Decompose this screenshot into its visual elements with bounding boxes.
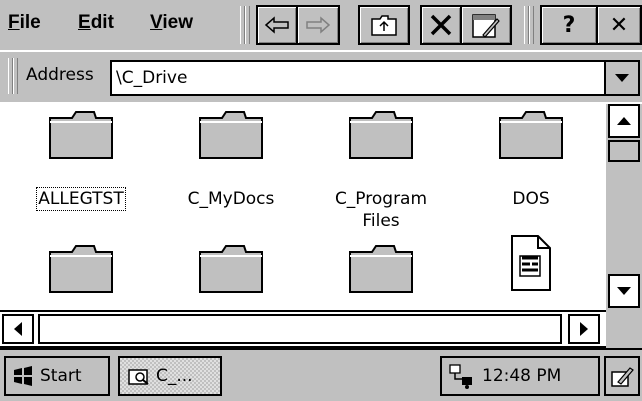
folder-icon	[499, 111, 563, 159]
address-grip[interactable]	[8, 58, 18, 94]
scroll-down-button[interactable]	[608, 274, 640, 308]
address-input[interactable]: \C_Drive	[110, 60, 640, 96]
document-icon	[511, 235, 551, 291]
back-icon	[264, 16, 289, 34]
delete-icon	[430, 14, 452, 36]
start-label: Start	[40, 366, 82, 386]
file-item-label: C_Program Files	[334, 189, 428, 231]
input-panel-button[interactable]	[604, 356, 640, 396]
scroll-up-button[interactable]	[608, 104, 640, 138]
horizontal-scrollbar[interactable]	[0, 310, 606, 348]
network-connection-icon[interactable]	[448, 363, 474, 389]
taskbar-window-label: C_...	[156, 366, 193, 386]
properties-icon	[472, 14, 500, 38]
toolbar-grip-2[interactable]	[524, 6, 534, 44]
folder-icon	[349, 245, 413, 293]
forward-button[interactable]	[298, 5, 340, 45]
folder-icon	[199, 245, 263, 293]
folder-icon	[49, 111, 113, 159]
explorer-icon	[128, 369, 149, 385]
command-bar: File Edit View ? ✕	[0, 0, 642, 50]
help-button[interactable]: ?	[540, 5, 598, 45]
address-dropdown-button[interactable]	[604, 62, 638, 94]
file-item-label: ALLEGTST	[36, 187, 126, 211]
back-button[interactable]	[256, 5, 298, 45]
menu-file[interactable]: File	[8, 12, 41, 34]
folder-icon	[349, 111, 413, 159]
up-folder-icon	[371, 15, 397, 36]
help-icon: ?	[562, 12, 576, 38]
vertical-scroll-thumb[interactable]	[608, 140, 640, 162]
chevron-right-icon	[580, 322, 588, 336]
menu-edit[interactable]: Edit	[78, 12, 114, 34]
address-value: \C_Drive	[116, 68, 188, 88]
system-tray: 12:48 PM	[440, 356, 600, 396]
taskbar-window-button[interactable]: C_...	[118, 356, 222, 396]
menu-view[interactable]: View	[150, 12, 193, 34]
clock[interactable]: 12:48 PM	[482, 366, 561, 386]
chevron-left-icon	[14, 322, 22, 336]
delete-button[interactable]	[420, 5, 462, 45]
file-item-label: DOS	[512, 189, 550, 209]
toolbar-grip[interactable]	[240, 6, 250, 44]
chevron-down-icon	[617, 287, 631, 295]
horizontal-scroll-track[interactable]	[38, 314, 562, 344]
chevron-down-icon	[615, 74, 629, 82]
up-folder-button[interactable]	[358, 5, 410, 45]
folder-icon	[49, 245, 113, 293]
address-bar: Address \C_Drive	[0, 52, 642, 102]
start-button[interactable]: Start	[4, 356, 110, 396]
close-button[interactable]: ✕	[598, 5, 642, 45]
folder-icon	[199, 111, 263, 159]
file-list-view[interactable]: ALLEGTST C_MyDocs C_Program Files DOS	[0, 104, 600, 310]
pen-input-icon	[611, 367, 634, 387]
forward-icon	[306, 16, 331, 34]
scrollbar-corner	[606, 310, 642, 348]
properties-button[interactable]	[462, 5, 512, 45]
scroll-left-button[interactable]	[2, 314, 34, 344]
chevron-up-icon	[617, 117, 631, 125]
taskbar: Start C_... 12:48 PM	[0, 348, 642, 401]
scroll-right-button[interactable]	[568, 314, 600, 344]
file-item-label: C_MyDocs	[187, 189, 275, 209]
close-icon: ✕	[609, 12, 629, 38]
address-label: Address	[26, 65, 94, 85]
windows-logo-icon	[14, 366, 32, 386]
vertical-scrollbar[interactable]	[606, 104, 642, 310]
